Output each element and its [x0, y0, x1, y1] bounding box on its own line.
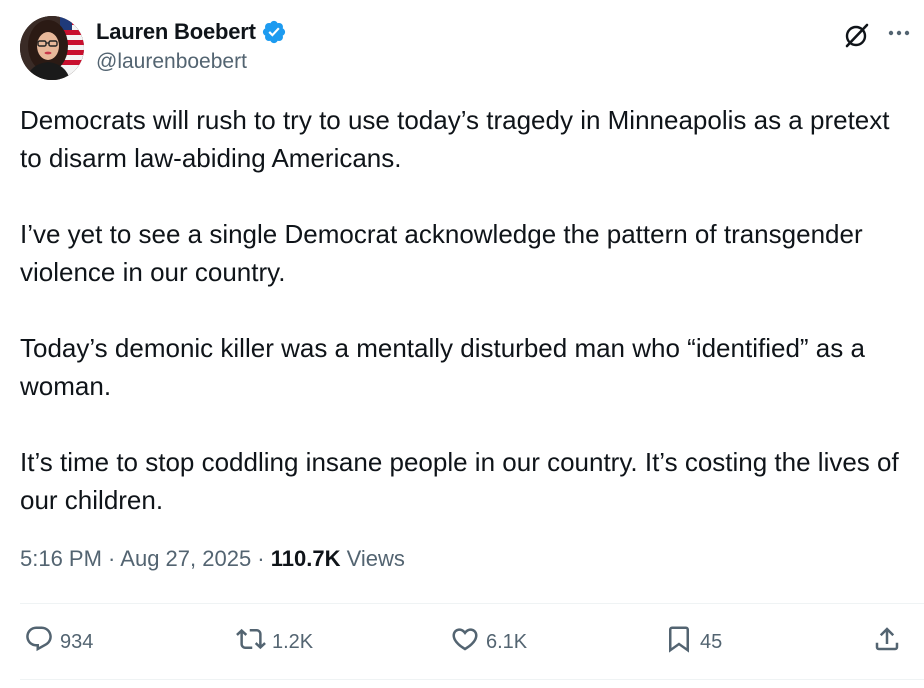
more-options-icon[interactable] [884, 18, 914, 48]
views-label: Views [346, 546, 405, 571]
like-count: 6.1K [486, 630, 528, 653]
reply-count: 934 [60, 630, 94, 653]
verified-badge-icon[interactable] [261, 19, 287, 45]
repost-button[interactable]: 1.2K [236, 620, 313, 664]
divider [20, 603, 924, 604]
tweet-time[interactable]: 5:16 PM [20, 546, 102, 571]
author-display-name[interactable]: Lauren Boebert [96, 19, 256, 45]
reply-icon [24, 624, 54, 660]
heart-icon [450, 624, 480, 660]
grok-icon[interactable] [842, 20, 872, 50]
tweet-metadata: 5:16 PM · Aug 27, 2025 · 110.7K Views [20, 546, 405, 572]
reply-button[interactable]: 934 [24, 620, 93, 664]
bookmark-count: 45 [700, 630, 723, 653]
meta-separator: · [101, 546, 121, 571]
tweet-card: Lauren Boebert @laurenboebert Democrats … [0, 0, 924, 688]
share-icon [872, 624, 902, 660]
repost-count: 1.2K [272, 630, 314, 653]
like-button[interactable]: 6.1K [450, 620, 527, 664]
tweet-paragraph: I’ve yet to see a single Democrat acknow… [20, 219, 863, 287]
bookmark-button[interactable]: 45 [664, 620, 722, 664]
views-count: 110.7K [270, 546, 341, 571]
author-info: Lauren Boebert @laurenboebert [96, 17, 287, 74]
avatar[interactable] [20, 16, 84, 80]
divider [20, 679, 924, 680]
tweet-date[interactable]: Aug 27, 2025 [120, 546, 251, 571]
author-handle[interactable]: @laurenboebert [96, 50, 287, 74]
action-bar: 934 1.2K 6.1K 45 [0, 620, 924, 664]
tweet-paragraph: It’s time to stop coddling insane people… [20, 447, 899, 515]
tweet-paragraph: Today’s demonic killer was a mentally di… [20, 333, 865, 401]
repost-icon [236, 624, 266, 660]
bookmark-icon [664, 624, 694, 660]
tweet-paragraph: Democrats will rush to try to use today’… [20, 105, 890, 173]
share-button[interactable] [872, 620, 902, 664]
tweet-text: Democrats will rush to try to use today’… [20, 101, 918, 519]
meta-separator: · [251, 546, 271, 571]
